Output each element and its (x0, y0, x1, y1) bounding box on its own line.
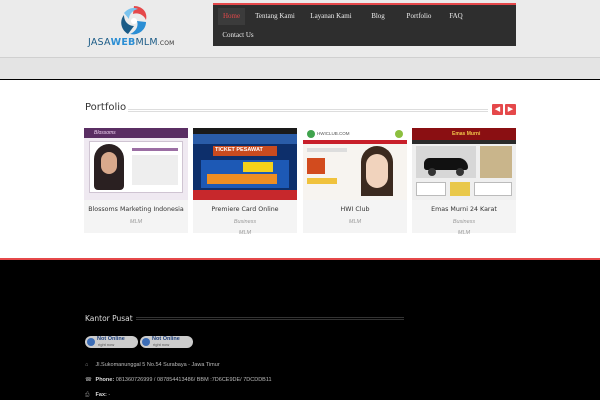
portfolio-thumbnail[interactable]: Emas Murni (412, 128, 516, 200)
site-footer: Kantor Pusat Not Online right now Not On… (0, 258, 600, 400)
card-title[interactable]: Blossoms Marketing Indonesia (84, 206, 188, 213)
chat-status-badge[interactable]: Not Online right now (85, 336, 138, 348)
portfolio-card-emas-murni[interactable]: Emas Murni Emas Murni 24 Karat Business … (412, 128, 516, 236)
card-category[interactable]: MLM (193, 230, 297, 236)
logo-emblem-icon (121, 6, 147, 35)
header-strip (0, 57, 600, 79)
carousel-next-button[interactable]: ▶ (505, 104, 516, 115)
footer-fax: ⎙ Fax: - (85, 392, 111, 398)
nav-item-home[interactable]: Home (218, 8, 245, 25)
card-category[interactable]: MLM (303, 219, 407, 225)
chat-status-badge[interactable]: Not Online right now (140, 336, 193, 348)
badge-sub-text: right now (98, 342, 115, 347)
portfolio-section: Portfolio ◀ ▶ Blossoms Blossoms Marketin… (0, 80, 600, 258)
card-title[interactable]: Premiere Card Online (193, 206, 297, 213)
chevron-left-icon: ◀ (494, 106, 501, 113)
card-category[interactable]: Business (193, 219, 297, 225)
nav-item-contact-us[interactable]: Contact Us (218, 27, 258, 44)
site-header: JASAWEBMLM.COM Home Tentang Kami Layanan… (0, 0, 600, 57)
portfolio-card-blossoms[interactable]: Blossoms Blossoms Marketing Indonesia ML… (84, 128, 188, 233)
fax-icon: ⎙ (85, 392, 90, 398)
section-divider (128, 109, 488, 112)
site-logo[interactable]: JASAWEBMLM.COM (88, 4, 198, 49)
portfolio-thumbnail[interactable]: TICKET PESAWAT (193, 128, 297, 200)
main-navigation: Home Tentang Kami Layanan Kami Blog Port… (213, 3, 516, 46)
nav-item-layanan-kami[interactable]: Layanan Kami (306, 8, 356, 25)
nav-item-blog[interactable]: Blog (363, 8, 393, 25)
card-title[interactable]: HWI Club (303, 206, 407, 213)
card-category[interactable]: MLM (84, 219, 188, 225)
logo-wordmark: JASAWEBMLM.COM (88, 37, 175, 48)
footer-title: Kantor Pusat (85, 314, 133, 323)
portfolio-thumbnail[interactable]: Blossoms (84, 128, 188, 200)
badge-sub-text: right now (153, 342, 170, 347)
nav-item-portfolio[interactable]: Portfolio (399, 8, 439, 25)
chevron-right-icon: ▶ (507, 106, 514, 113)
home-icon: ⌂ (85, 362, 89, 368)
footer-divider (136, 317, 404, 320)
card-title[interactable]: Emas Murni 24 Karat (412, 206, 516, 213)
carousel-prev-button[interactable]: ◀ (492, 104, 503, 115)
card-category[interactable]: MLM (412, 230, 516, 236)
card-category[interactable]: Business (412, 219, 516, 225)
portfolio-card-hwi-club[interactable]: HWICLUB.COM HWI Club MLM (303, 128, 407, 233)
section-title: Portfolio (85, 102, 127, 113)
nav-item-tentang-kami[interactable]: Tentang Kami (250, 8, 300, 25)
footer-phone: ☎ Phone: 081360726999 / 087854413486/ BB… (85, 377, 272, 383)
chat-icon (142, 338, 150, 346)
portfolio-thumbnail[interactable]: HWICLUB.COM (303, 128, 407, 200)
nav-item-faq[interactable]: FAQ (444, 8, 468, 25)
chat-icon (87, 338, 95, 346)
portfolio-card-premiere[interactable]: TICKET PESAWAT Premiere Card Online Busi… (193, 128, 297, 236)
footer-address: ⌂ Jl.Sukomanunggal 5 No.54 Surabaya - Ja… (85, 362, 220, 368)
phone-icon: ☎ (85, 377, 92, 383)
